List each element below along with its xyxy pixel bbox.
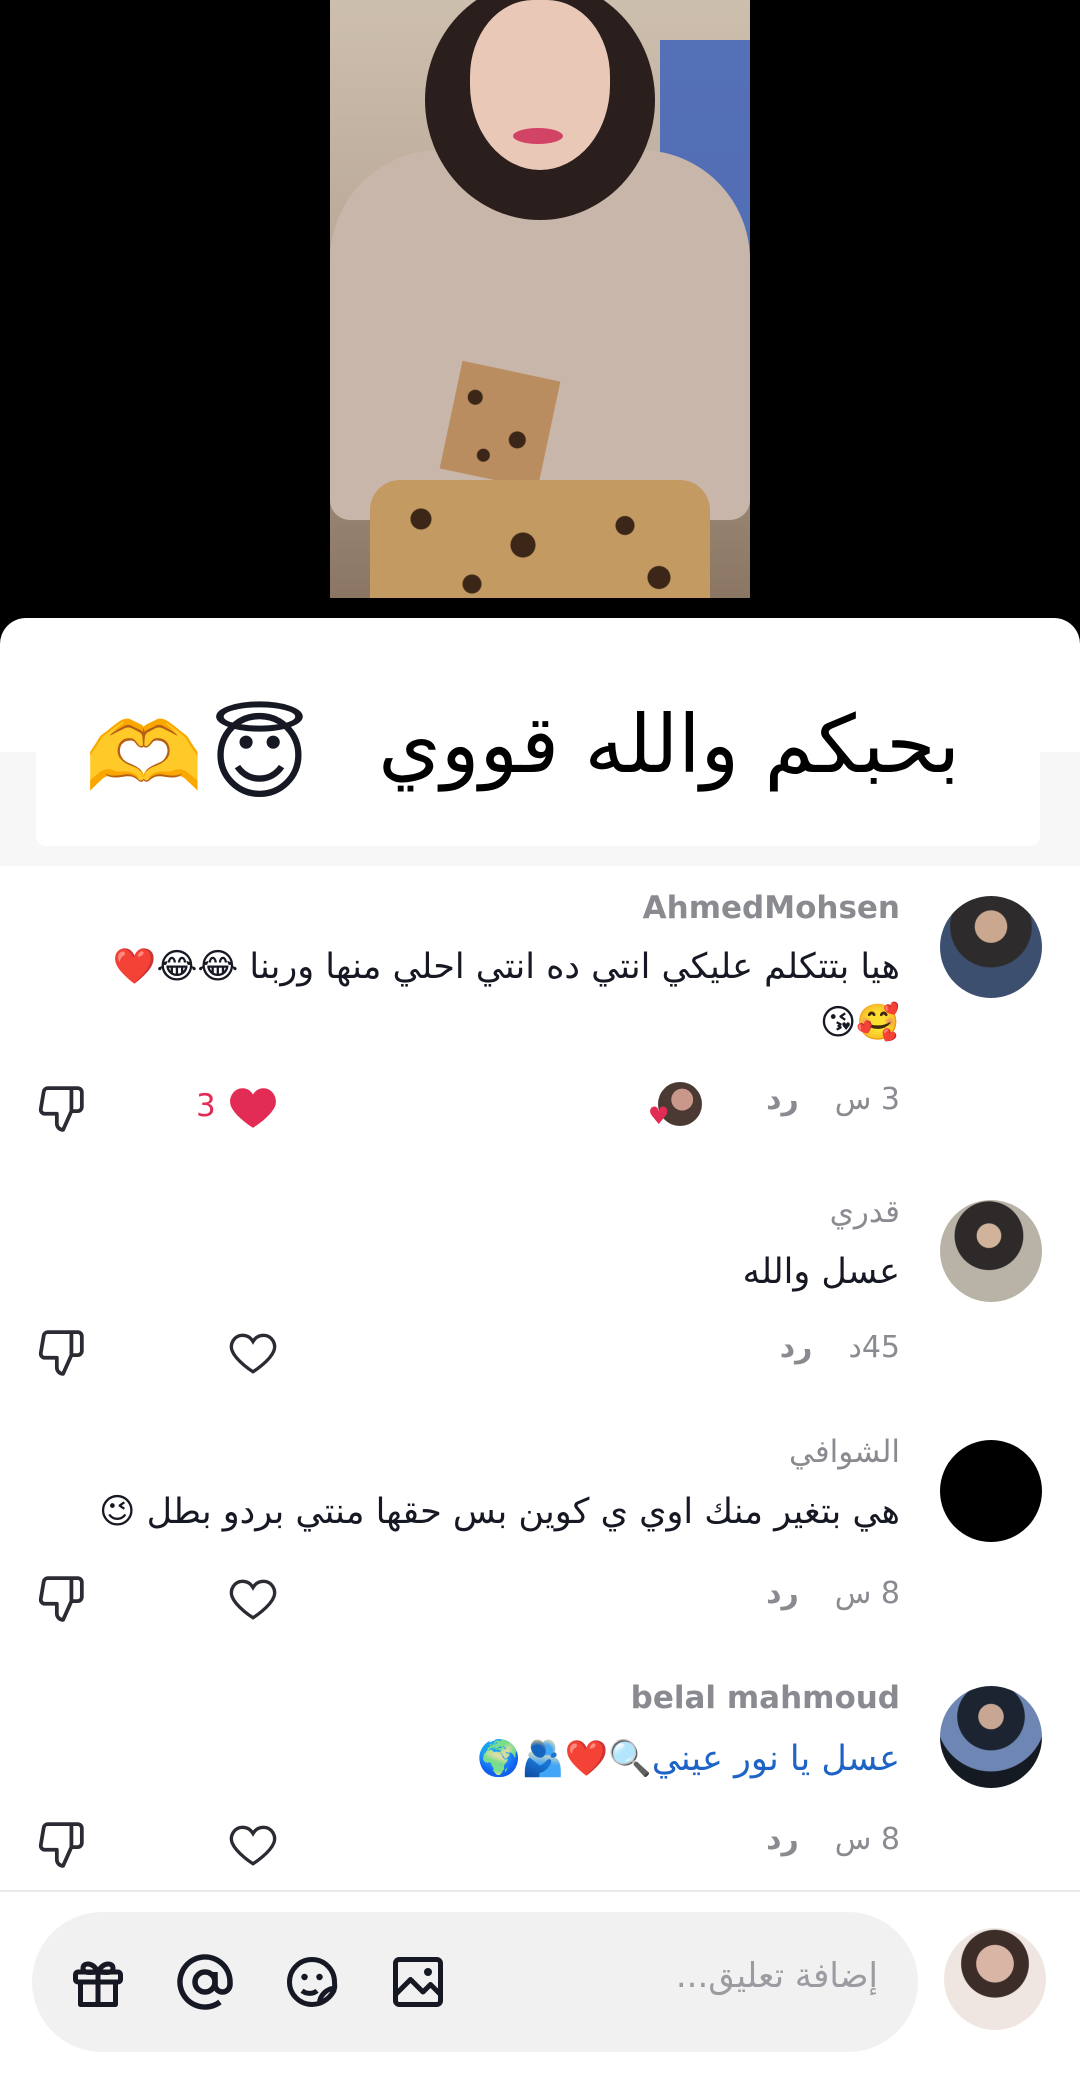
comment-username[interactable]: AhmedMohsen — [643, 890, 900, 926]
reply-button[interactable]: رد — [780, 1330, 813, 1365]
comment-meta: 8 س رد — [766, 1576, 900, 1611]
comment-text-emojis: 🔍❤️🫂🌍 — [477, 1739, 652, 1779]
comment-time: 8 س — [834, 1822, 900, 1857]
dislike-icon[interactable] — [36, 1574, 86, 1624]
comment-text-continued: 🥰😘 — [819, 1003, 900, 1043]
comment-text: عسل يا نور عيني🔍❤️🫂🌍 — [477, 1738, 900, 1779]
heart-outline-icon[interactable] — [228, 1330, 278, 1376]
comment-text: هي بتغير منك اوي ي كوين بس حقها منتي برد… — [99, 1492, 900, 1532]
gift-icon[interactable] — [68, 1952, 128, 2012]
pinned-caption-text: بحبكم والله قووي — [378, 698, 960, 791]
like-count: 3 — [196, 1088, 216, 1124]
comment-input-placeholder: إضافة تعليق... — [675, 1956, 878, 1996]
avatar[interactable] — [940, 1200, 1042, 1302]
emoji-sticker-icon[interactable] — [282, 1952, 342, 2012]
heart-filled-icon[interactable] — [228, 1084, 278, 1130]
pinned-emoji-2: 🫶 — [84, 701, 204, 813]
heart-outline-icon[interactable] — [228, 1822, 278, 1868]
creator-liked-heart-icon: ♥ — [648, 1102, 670, 1130]
image-icon[interactable] — [388, 1952, 448, 2012]
comment-input[interactable]: إضافة تعليق... — [32, 1912, 918, 2052]
dislike-icon[interactable] — [36, 1328, 86, 1378]
video-subject-pants — [370, 480, 710, 598]
comment-username[interactable]: belal mahmoud — [631, 1680, 900, 1716]
current-user-avatar — [944, 1928, 1046, 2030]
heart-outline-icon[interactable] — [228, 1576, 278, 1622]
comment-text: هيا بتتكلم عليكي انتي ده انتي احلي منها … — [112, 947, 900, 987]
comments-sheet: بحبكم والله قووي 🫶 😇 AhmedMohsen هيا بتت… — [0, 618, 1080, 2080]
reply-button[interactable]: رد — [766, 1576, 799, 1611]
reply-button[interactable]: رد — [766, 1082, 799, 1117]
divider — [0, 1890, 1080, 1892]
pinned-caption: بحبكم والله قووي 🫶 😇 — [36, 658, 1040, 846]
comment-meta: 8 س رد — [766, 1822, 900, 1857]
comment-username[interactable]: قدري — [830, 1194, 900, 1230]
comment-time: 3 س — [834, 1082, 900, 1117]
avatar[interactable] — [940, 1440, 1042, 1542]
comment-text-link[interactable]: عسل يا نور عيني — [652, 1739, 900, 1779]
comment-time: 8 س — [834, 1576, 900, 1611]
pinned-caption-emojis: 🫶 😇 — [84, 702, 310, 812]
pinned-emoji-1: 😇 — [209, 701, 310, 813]
comment-username[interactable]: الشوافي — [789, 1434, 900, 1470]
reply-button[interactable]: رد — [766, 1822, 799, 1857]
dislike-icon[interactable] — [36, 1084, 86, 1134]
avatar[interactable] — [940, 1686, 1042, 1788]
mention-icon[interactable] — [175, 1952, 235, 2012]
video-subject-face — [470, 0, 610, 170]
comment-meta: 45د رد — [780, 1330, 900, 1365]
comment-text: عسل والله — [742, 1252, 900, 1292]
video-player[interactable] — [0, 0, 1080, 620]
avatar[interactable] — [940, 896, 1042, 998]
video-frame — [330, 0, 750, 598]
comment-meta: 3 س رد — [766, 1082, 900, 1117]
dislike-icon[interactable] — [36, 1820, 86, 1870]
comment-time: 45د — [848, 1330, 900, 1365]
video-subject-lips — [513, 128, 563, 144]
